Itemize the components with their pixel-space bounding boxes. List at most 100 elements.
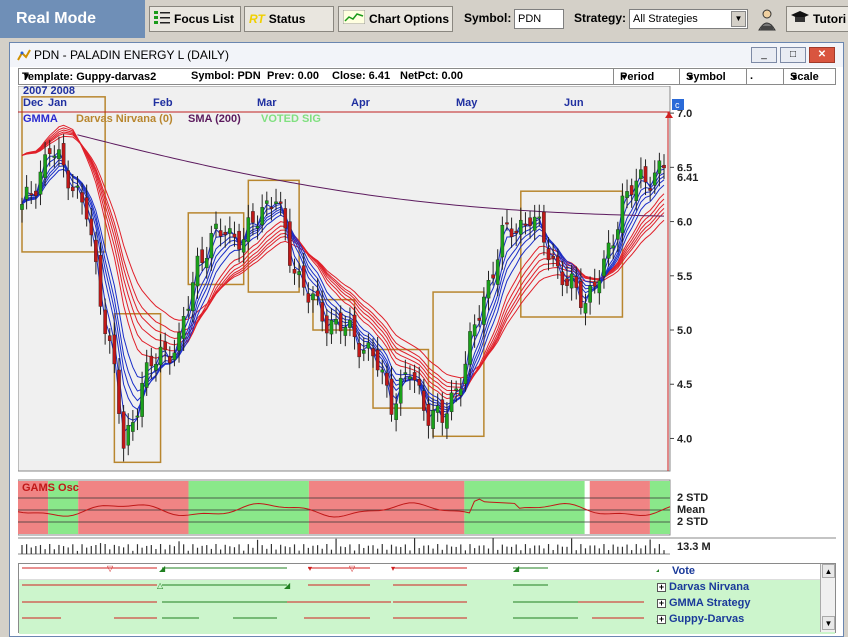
up-candle	[398, 377, 403, 404]
price-tick-label: 5.5	[677, 271, 692, 283]
panel-row-label: Guppy-Darvas	[669, 613, 745, 625]
chevron-down-icon: ▼	[620, 72, 629, 82]
symbol-button[interactable]: Symbol ▼	[679, 69, 743, 84]
darvas-nirvana-row[interactable]: + Darvas Nirvana	[657, 581, 749, 593]
tutorial-button[interactable]: Tutori	[786, 6, 848, 32]
up-candle	[620, 195, 625, 234]
up-candle	[394, 403, 398, 420]
up-candle	[458, 388, 463, 396]
user-icon[interactable]	[756, 8, 778, 32]
down-candle	[47, 148, 52, 154]
rt-badge: RT	[249, 12, 265, 26]
down-candle	[167, 356, 172, 363]
rt-status-button[interactable]: RT Status	[244, 6, 334, 32]
up-candle	[126, 425, 131, 446]
down-candle	[200, 249, 204, 264]
down-candle	[477, 317, 482, 321]
focus-list-label: Focus List	[174, 12, 235, 26]
up-candle	[297, 271, 301, 276]
year-label: 2007 2008	[23, 86, 75, 97]
symbol-input[interactable]: PDN	[514, 9, 564, 29]
scroll-up-icon[interactable]: ▲	[822, 564, 835, 578]
down-candle	[61, 143, 66, 166]
scroll-down-icon[interactable]: ▼	[822, 616, 835, 630]
window-titlebar[interactable]: PDN - PALADIN ENERGY L (DAILY) _ □ ✕	[10, 43, 843, 67]
up-candle	[495, 259, 500, 285]
up-candle	[260, 207, 264, 226]
up-candle	[454, 388, 458, 391]
panel-scrollbar[interactable]: ▲ ▼	[820, 564, 835, 632]
up-candle	[468, 331, 472, 365]
svg-text:▾: ▾	[391, 564, 395, 573]
template-label: Template: Guppy-darvas2	[22, 71, 157, 83]
up-candle	[177, 332, 181, 351]
down-candle	[232, 233, 237, 238]
up-candle	[408, 376, 412, 380]
down-candle	[357, 342, 361, 358]
gmma-strategy-row[interactable]: + GMMA Strategy	[657, 597, 751, 609]
up-candle	[472, 324, 477, 337]
down-candle	[352, 314, 357, 337]
up-candle	[329, 319, 334, 335]
maximize-button[interactable]: □	[780, 47, 806, 63]
up-candle	[463, 363, 468, 385]
down-candle	[338, 312, 343, 332]
month-label: Jan	[48, 97, 67, 109]
down-candle	[66, 170, 70, 189]
up-candle	[583, 303, 588, 314]
up-candle	[616, 229, 620, 240]
guppy-darvas-row[interactable]: + Guppy-Darvas	[657, 613, 744, 625]
chart-window: PDN - PALADIN ENERGY L (DAILY) _ □ ✕ Tem…	[9, 42, 844, 637]
svg-text:△: △	[157, 581, 164, 590]
chart-options-label: Chart Options	[369, 12, 449, 26]
strategy-select[interactable]: All Strategies ▼	[629, 9, 748, 29]
up-candle	[24, 186, 29, 200]
up-candle	[486, 280, 491, 299]
up-candle	[158, 346, 163, 366]
up-candle	[657, 160, 662, 174]
down-candle	[385, 372, 389, 386]
down-candle	[283, 208, 288, 229]
up-candle	[334, 318, 338, 325]
down-candle	[643, 166, 648, 183]
oscillator-label: Mean	[677, 504, 705, 516]
up-candle	[639, 169, 643, 180]
up-candle	[52, 155, 57, 158]
up-candle	[597, 280, 602, 294]
down-candle	[237, 230, 241, 250]
oscillator-label: 2 STD	[677, 492, 708, 504]
down-candle	[94, 239, 98, 262]
scale-button[interactable]: Scale ▼	[783, 69, 835, 84]
price-tick-label: 5.0	[677, 325, 692, 337]
up-candle	[634, 180, 639, 202]
up-candle	[588, 285, 592, 303]
close-button[interactable]: ✕	[809, 47, 835, 63]
period-button[interactable]: Period ▼	[613, 69, 677, 84]
up-candle	[519, 219, 523, 235]
price-chart[interactable]: 2007 2008 Dec Jan Feb Mar Apr May Jun GMMA Darv…	[18, 86, 836, 556]
main-toolbar: Real Mode Focus List RT Status Chart Opti…	[0, 0, 848, 38]
up-candle	[241, 239, 246, 253]
down-candle	[80, 192, 84, 203]
up-candle	[361, 350, 366, 354]
down-candle	[117, 369, 121, 414]
month-label: Jun	[564, 97, 584, 109]
chart-info-bar: Template: Guppy-darvas2 ▼ Symbol: PDN Pr…	[18, 68, 836, 85]
down-candle	[417, 379, 422, 386]
vote-row[interactable]: ▽ ◢ ▾ ▽ ▾ ◢ ◢ Vote	[19, 564, 835, 580]
up-candle	[602, 258, 606, 277]
up-candle	[246, 217, 251, 243]
dot-button[interactable]: .	[746, 69, 760, 84]
price-tick-label: 4.0	[677, 433, 692, 445]
month-label: Dec	[23, 97, 43, 109]
focus-list-button[interactable]: Focus List	[149, 6, 241, 32]
up-candle	[154, 363, 158, 371]
symbol-readout: Symbol: PDN	[191, 70, 261, 82]
status-label: Status	[268, 12, 306, 26]
month-label: Feb	[153, 97, 173, 109]
down-candle	[426, 404, 431, 426]
chart-options-button[interactable]: Chart Options	[338, 6, 453, 32]
strategy-value: All Strategies	[633, 13, 698, 25]
minimize-button[interactable]: _	[751, 47, 777, 63]
chevron-down-icon: ▼	[790, 72, 799, 82]
